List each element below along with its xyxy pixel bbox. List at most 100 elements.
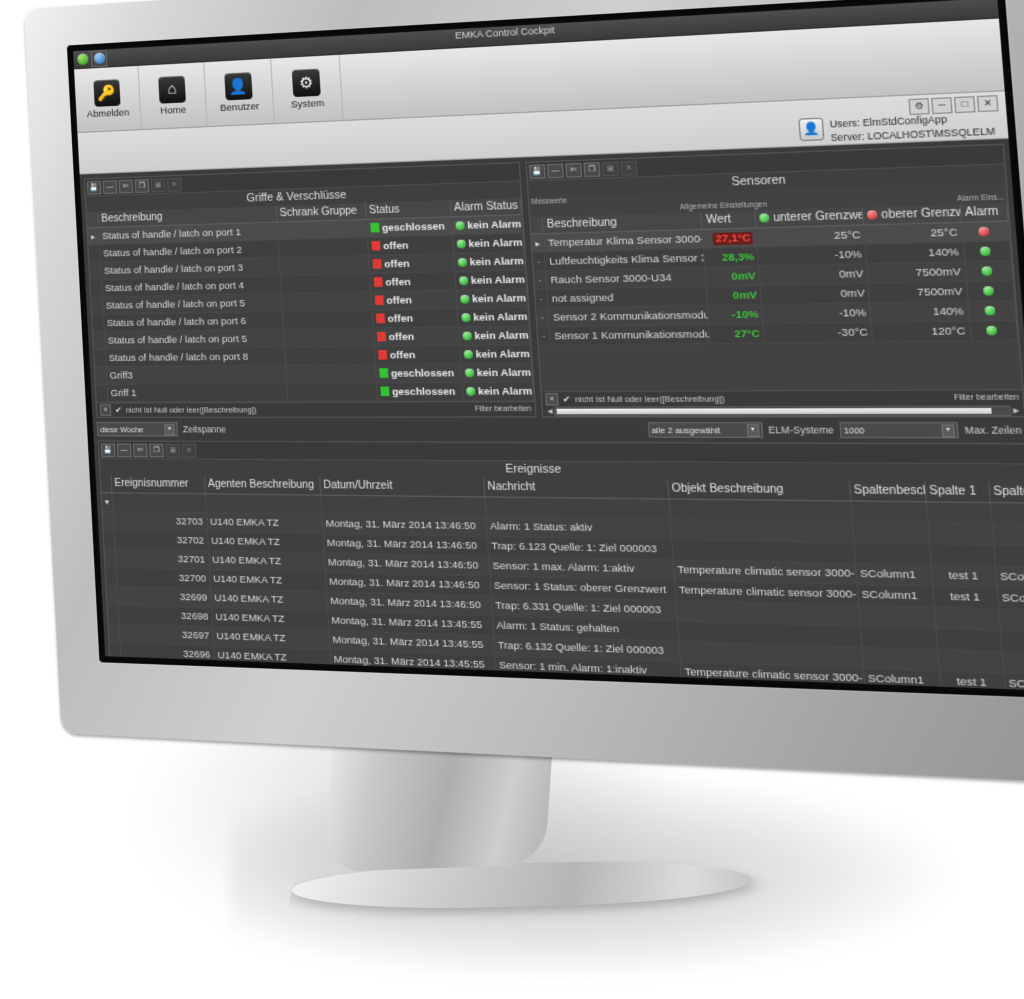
ribbon-label-system: System (290, 97, 325, 111)
scroll-left-icon[interactable]: ◀ (113, 678, 122, 690)
handle-group (281, 309, 373, 330)
event-col-label-1 (853, 542, 931, 565)
lock-open-icon (375, 312, 385, 323)
event-col-1 (933, 607, 1000, 631)
table-row[interactable]: Griff 1 geschlossen kein Alarm (95, 381, 534, 402)
sensor-upper-limit: 25°C (864, 222, 963, 245)
ribbon-item-benutzer[interactable]: 👤 Benutzer (204, 58, 275, 127)
elm-systems-select[interactable]: alle 2 ausgewählt ▾ (647, 421, 763, 438)
sensors-col-wert[interactable]: Wert (701, 210, 757, 230)
event-object: Temperature climatic sensor 3000-U25 (681, 682, 866, 691)
ribbon-item-home[interactable]: ⌂ Home (138, 62, 208, 130)
handles-col-alarm-status[interactable]: Alarm Status (449, 197, 522, 217)
event-number: 32700 (115, 567, 211, 589)
save-icon[interactable]: 💾 (86, 180, 102, 195)
event-number: 32703 (112, 511, 208, 532)
handle-alarm-status: kein Alarm (460, 363, 533, 383)
filter-close-icon[interactable]: ✕ (99, 404, 112, 416)
disk-icon[interactable]: ▣ (165, 443, 181, 457)
disk-icon[interactable]: ▣ (601, 161, 619, 176)
ribbon-item-system[interactable]: ⚙ System (271, 54, 344, 124)
filter-check-icon[interactable]: ✔ (562, 394, 570, 404)
max-rows-select[interactable]: 1000 ▾ (839, 422, 960, 439)
events-col-spaltenbesc[interactable]: Spaltenbesc (988, 481, 1024, 503)
lock-open-icon (371, 258, 382, 269)
sensor-value: 28,3% (703, 247, 760, 268)
event-col-1: test 1 (938, 670, 1005, 691)
delete-icon[interactable]: ✕ (181, 443, 197, 458)
event-col-1 (927, 522, 994, 545)
minus-icon[interactable]: — (546, 163, 564, 178)
cut-icon[interactable]: ✄ (132, 443, 148, 457)
handles-filter-edit-link[interactable]: Filter bearbeiten (474, 405, 531, 413)
alarm-ok-icon (985, 325, 997, 335)
delete-icon[interactable]: ✕ (166, 177, 182, 192)
sensor-value: 27°C (709, 323, 765, 344)
event-col-label-2 (991, 523, 1024, 546)
events-col-datum-uhrzeit[interactable]: Datum/Uhrzeit (319, 476, 485, 497)
minus-icon[interactable]: — (116, 443, 132, 457)
scroll-track[interactable] (554, 405, 1012, 417)
sensor-alarm-state (968, 320, 1018, 341)
sensor-lower-limit: 0mV (760, 283, 870, 305)
sensors-filter-bar: ✕ ✔ nicht Ist Null oder leer([Beschreibu… (541, 389, 1024, 407)
copy-icon[interactable]: ❐ (583, 161, 601, 177)
sensors-filter-edit-link[interactable]: Filter bearbeiten (953, 394, 1019, 402)
scroll-thumb[interactable] (556, 407, 992, 415)
handle-group (277, 237, 368, 258)
handle-status: offen (373, 345, 461, 365)
events-col-nachricht[interactable]: Nachricht (483, 477, 669, 499)
table-row[interactable]: Griff3 geschlossen kein Alarm (94, 363, 533, 385)
events-col-objekt-beschreibung[interactable]: Objekt Beschreibung (666, 479, 851, 501)
save-icon[interactable]: 💾 (528, 163, 546, 179)
cut-icon[interactable]: ✄ (565, 162, 583, 178)
key-icon: 🔑 (93, 78, 121, 107)
timespan-select[interactable]: diese Woche ▾ (96, 421, 179, 437)
event-col-label-2 (998, 608, 1024, 632)
copy-icon[interactable]: ❐ (134, 178, 150, 193)
events-col-agenten-beschreibung[interactable]: Agenten Beschreibung (203, 475, 321, 496)
event-col-label-2: SColumn2 (996, 587, 1024, 610)
sensor-upper-limit: 120°C (871, 320, 971, 342)
filter-check-icon[interactable]: ✔ (115, 405, 122, 414)
scroll-right-icon[interactable]: ▶ (1011, 407, 1022, 415)
elm-systems-value: alle 2 ausgewählt (651, 424, 721, 436)
user-icon: 👤 (224, 71, 253, 100)
ribbon-item-abmelden[interactable]: 🔑 Abmelden (74, 65, 142, 133)
event-col-label-2: SColumn2 (1003, 672, 1024, 691)
handle-status: offen (370, 290, 457, 310)
sensors-col-alarm[interactable]: Alarm (959, 202, 1009, 223)
handles-filter-text: nicht Ist Null oder leer([Beschreibung]) (125, 405, 257, 415)
scroll-left-icon[interactable]: ◀ (545, 408, 555, 416)
monitor-screen-frame: EMKA Control Cockpit 🔑 Abmelden ⌂ Home 👤 (66, 0, 1024, 699)
copy-icon[interactable]: ❐ (149, 443, 164, 457)
events-col-spalte-1[interactable]: Spalte 1 (924, 481, 990, 503)
sensor-lower-limit: 0mV (759, 263, 869, 286)
sensors-grid-body: ▸ Temperatur Klima Sensor 3000-U25 27,1°C 2… (531, 221, 1018, 346)
events-col-ereignisnummer[interactable]: Ereignisnummer (110, 474, 205, 494)
disk-icon[interactable]: ▣ (150, 178, 166, 192)
handle-alarm-status: kein Alarm (451, 233, 524, 254)
sensor-lower-limit: -30°C (763, 322, 873, 344)
sensor-upper-limit: 7500mV (866, 261, 966, 284)
sensors-hscrollbar[interactable]: ◀ ▶ (542, 405, 1024, 417)
sensor-alarm-state (964, 260, 1013, 282)
alarm-ok-icon (981, 265, 993, 276)
filter-close-icon[interactable]: ✕ (545, 393, 559, 406)
event-number: 32701 (114, 548, 210, 570)
event-col-label-1 (858, 605, 936, 629)
lock-open-icon (374, 294, 384, 305)
chevron-down-icon: ▾ (746, 423, 760, 437)
events-grid: Ereignisnummer Agenten Beschreibung Datu… (100, 474, 1024, 691)
handle-alarm-status: kein Alarm (456, 307, 529, 327)
minus-icon[interactable]: — (102, 179, 118, 194)
event-col-1 (935, 628, 1002, 652)
event-agent: U140 EMKA TZ (214, 664, 332, 689)
save-icon[interactable]: 💾 (100, 443, 116, 457)
delete-icon[interactable]: ✕ (620, 160, 638, 176)
scroll-thumb[interactable] (124, 683, 661, 691)
lock-closed-icon (379, 385, 390, 396)
cut-icon[interactable]: ✄ (118, 179, 134, 194)
events-col-spaltenbeschriftung-1[interactable]: Spaltenbeschriftung 1 (848, 480, 926, 502)
lock-closed-icon (369, 222, 379, 233)
